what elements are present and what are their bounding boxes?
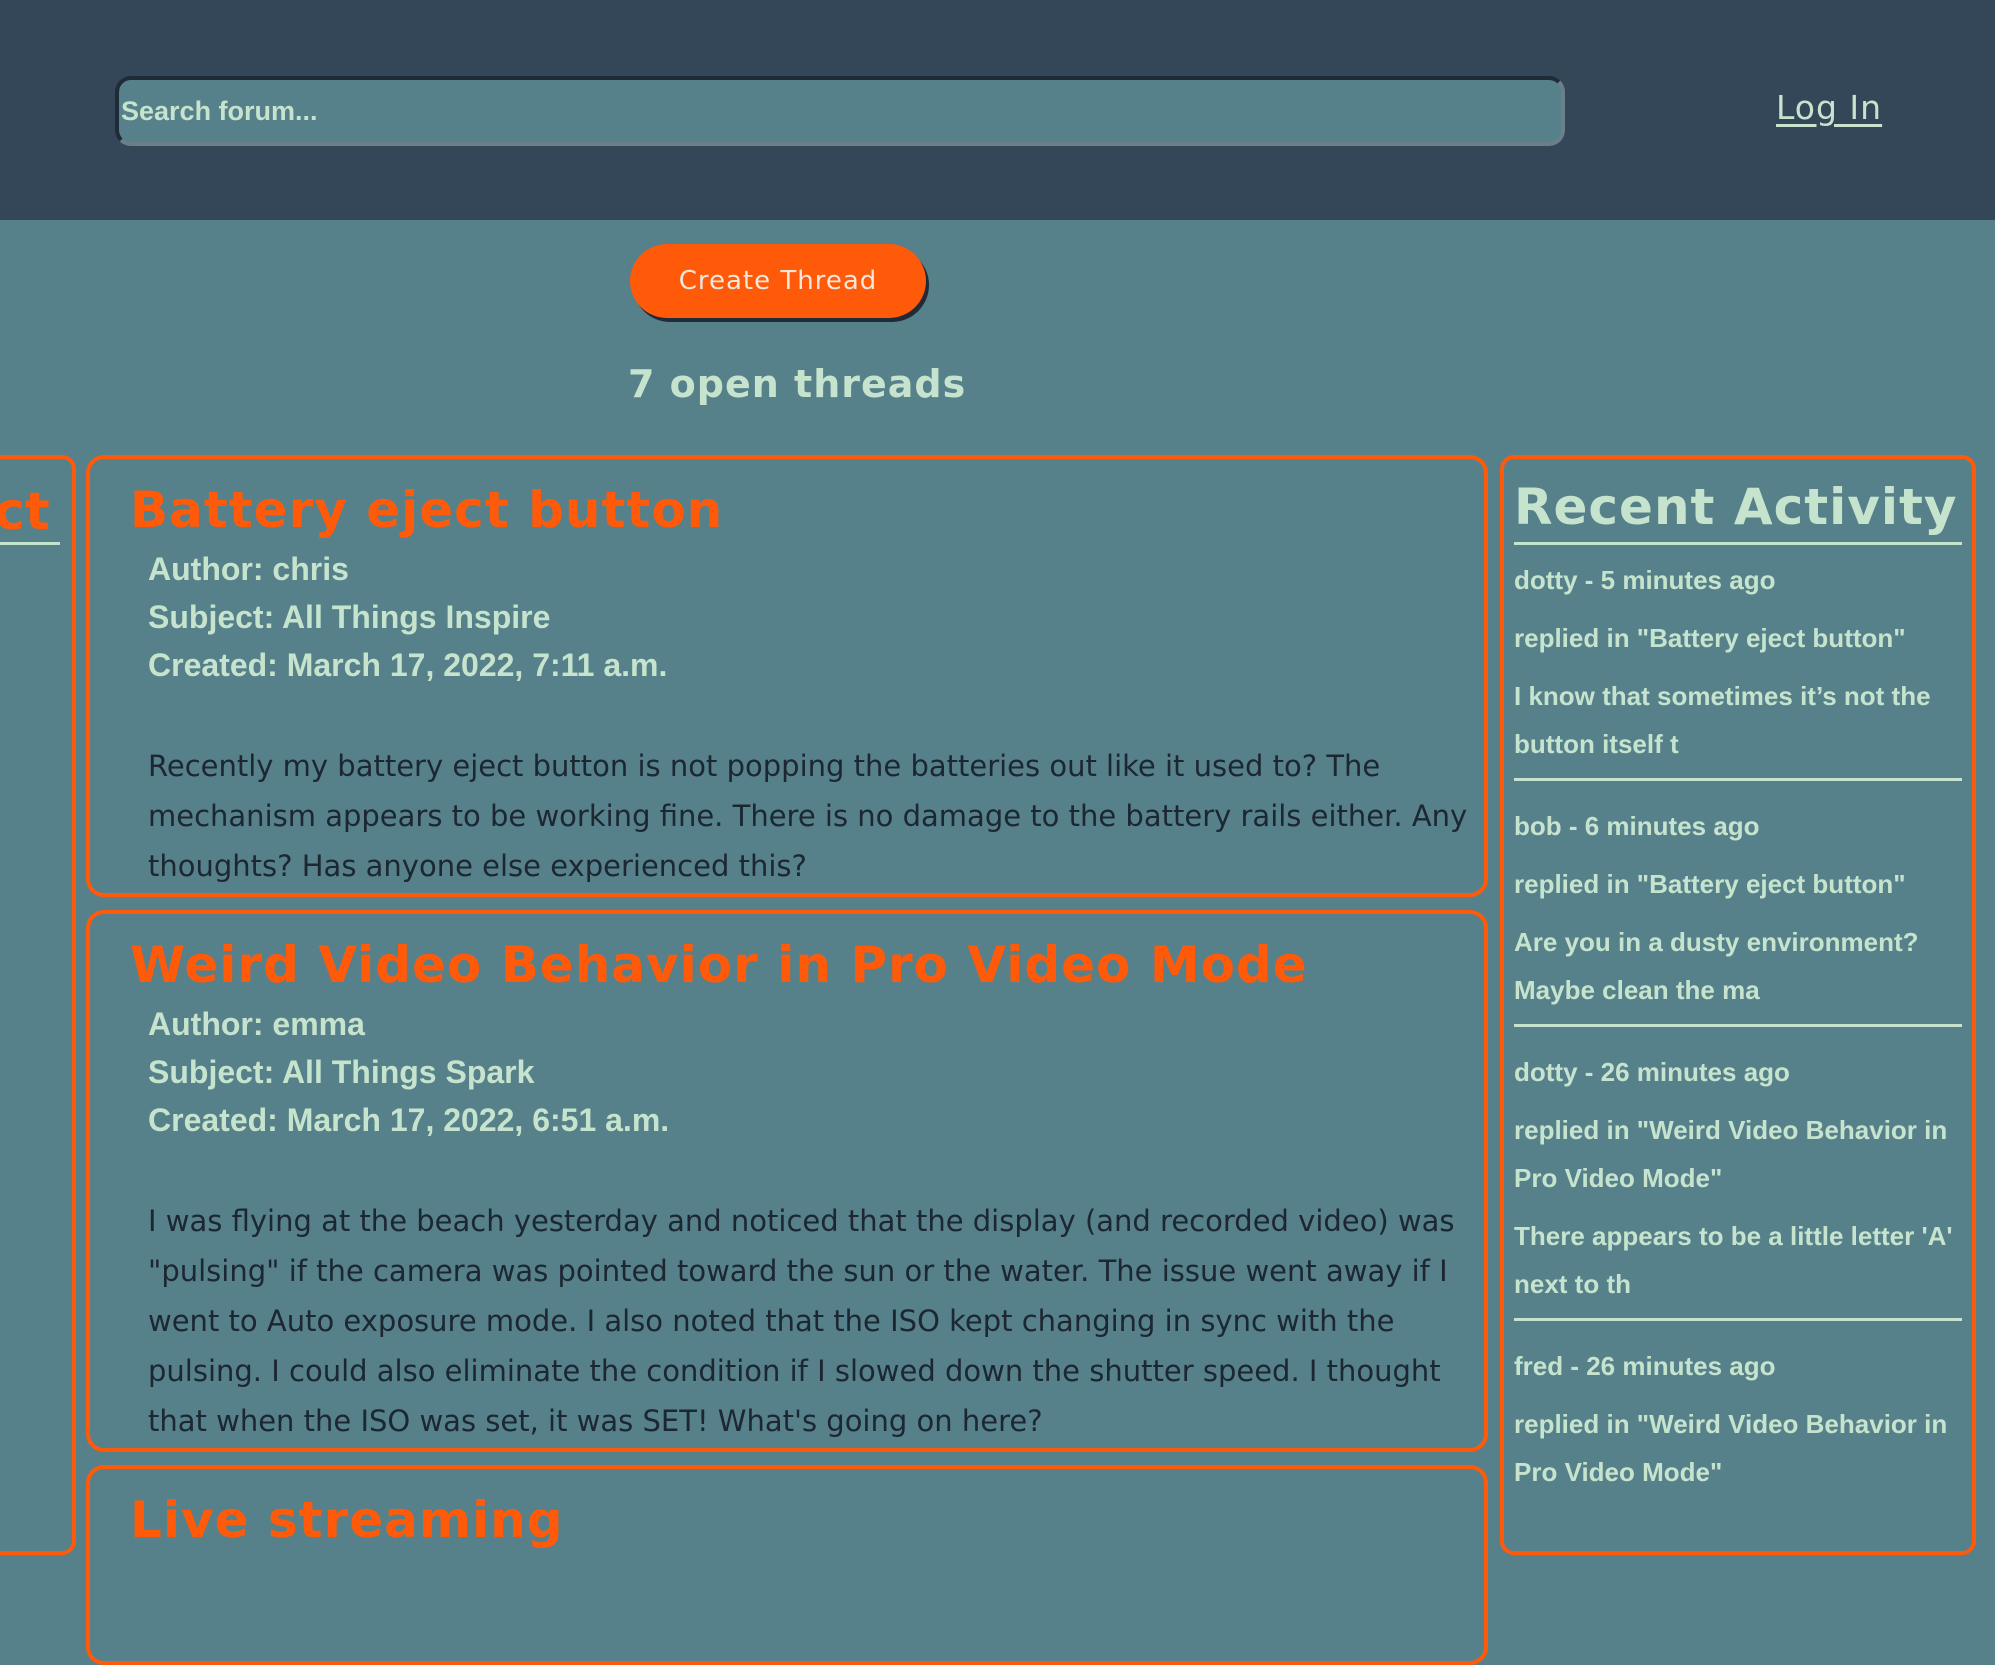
recent-activity-title: Recent Activity [1514,478,1958,536]
thread-title[interactable]: Weird Video Behavior in Pro Video Mode [130,936,1308,994]
activity-snippet: There appears to be a little letter 'A' … [1514,1221,1953,1299]
left-sidebar-divider [0,542,60,545]
activity-divider [1514,1024,1962,1027]
search-input[interactable] [115,76,1565,146]
activity-divider [1514,778,1962,781]
activity-user[interactable]: dotty - 26 minutes ago [1514,1048,1962,1096]
activity-thread-link[interactable]: replied in "Weird Video Behavior in Pro … [1514,1400,1962,1496]
left-sidebar-title: ct [0,482,50,542]
activity-divider [1514,1318,1962,1321]
activity-snippet: Are you in a dusty environment? Maybe cl… [1514,927,1919,1005]
thread-created: Created: March 17, 2022, 6:51 a.m. [148,1102,670,1138]
thread-card[interactable]: Weird Video Behavior in Pro Video Mode A… [86,910,1488,1452]
activity-user[interactable]: bob - 6 minutes ago [1514,802,1962,850]
activity-user[interactable]: dotty - 5 minutes ago [1514,556,1962,604]
top-header: Log In [0,0,1995,220]
thread-created: Created: March 17, 2022, 7:11 a.m. [148,647,668,683]
open-threads-count: 7 open threads [628,362,967,406]
thread-subject: Subject: All Things Inspire [148,599,551,635]
activity-thread-link[interactable]: replied in "Battery eject button" [1514,860,1962,908]
login-link[interactable]: Log In [1776,88,1882,127]
thread-card[interactable]: Live streaming [86,1465,1488,1665]
activity-thread-link[interactable]: replied in "Battery eject button" [1514,614,1962,662]
thread-title[interactable]: Battery eject button [130,481,723,539]
thread-body: Recently my battery eject button is not … [148,749,1468,883]
create-thread-button[interactable]: Create Thread [630,244,926,318]
activity-thread-link[interactable]: replied in "Weird Video Behavior in Pro … [1514,1106,1962,1202]
thread-author: Author: emma [148,1006,365,1042]
activity-snippet: I know that sometimes it’s not the butto… [1514,681,1931,759]
thread-title[interactable]: Live streaming [130,1491,564,1549]
thread-author: Author: chris [148,551,349,587]
activity-user[interactable]: fred - 26 minutes ago [1514,1342,1962,1390]
thread-body: I was flying at the beach yesterday and … [148,1204,1455,1438]
recent-activity-divider [1514,542,1962,545]
thread-card[interactable]: Battery eject button Author: chris Subje… [86,455,1488,897]
thread-subject: Subject: All Things Spark [148,1054,535,1090]
left-sidebar-panel [0,455,76,1555]
